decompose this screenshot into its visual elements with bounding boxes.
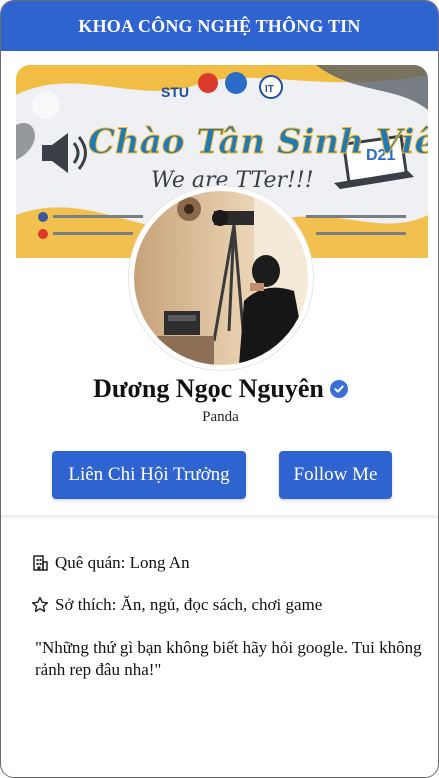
hobbies-text: Sở thích: Ăn, ngủ, đọc sách, chơi game	[55, 595, 323, 614]
header-title: KHOA CÔNG NGHỆ THÔNG TIN	[78, 15, 361, 36]
profile-quote: "Những thứ gì bạn không biết hãy hỏi goo…	[35, 638, 422, 679]
avatar-photo	[134, 191, 308, 365]
svg-text:STU: STU	[161, 84, 189, 100]
hometown-text: Quê quán: Long An	[55, 553, 190, 572]
role-button[interactable]: Liên Chi Hội Trưởng	[52, 451, 246, 499]
building-icon	[31, 554, 49, 572]
section-divider	[1, 515, 438, 518]
star-icon	[31, 596, 49, 614]
name-row: Dương Ngọc Nguyên	[1, 374, 438, 404]
header-bar: KHOA CÔNG NGHỆ THÔNG TIN	[1, 1, 438, 51]
profile-name: Dương Ngọc Nguyên	[93, 374, 324, 403]
cover-headline: Chào Tân Sinh Viên	[88, 122, 428, 162]
follow-button[interactable]: Follow Me	[279, 451, 392, 499]
avatar[interactable]	[129, 186, 313, 370]
verified-check-icon	[329, 380, 348, 398]
profile-nickname: Panda	[202, 409, 239, 425]
hobbies-row: Sở thích: Ăn, ngủ, đọc sách, chơi game	[31, 595, 322, 615]
logo-it: IT	[265, 84, 274, 95]
logo-stu: STU	[161, 84, 189, 100]
profile-card: KHOA CÔNG NGHỆ THÔNG TIN STU IT D21 Chào…	[0, 0, 439, 778]
hometown-row: Quê quán: Long An	[31, 553, 190, 573]
